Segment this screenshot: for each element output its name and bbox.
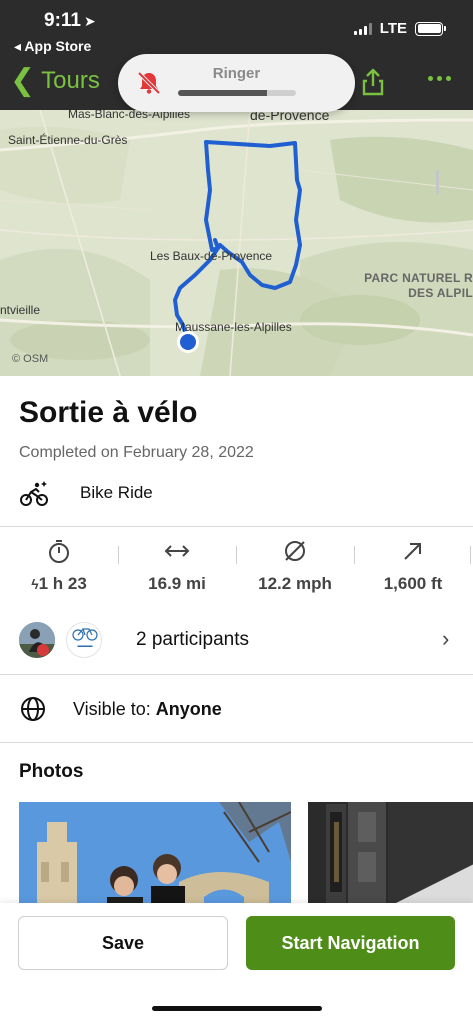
back-label: Tours [41, 67, 100, 94]
stat-speed: 12.2 mph [236, 538, 354, 594]
back-to-tours-button[interactable]: ❮ Tours [10, 66, 100, 96]
ringer-volume-bar [178, 90, 296, 96]
stopwatch-icon [49, 540, 69, 563]
stat-distance: 16.9 mi [118, 538, 236, 594]
participants-label: 2 participants [136, 629, 250, 650]
club-logo-graphic: ▬▬▬ [77, 643, 93, 649]
avatar-club-logo: ▬▬▬ [66, 622, 102, 658]
ringer-volume-level [178, 90, 267, 96]
home-indicator[interactable] [152, 1006, 322, 1011]
photos-heading: Photos [19, 761, 84, 782]
cellular-signal-icon [353, 22, 372, 35]
map-label-les-baux: Les Baux-de-Provence [150, 249, 273, 263]
activity-type: Bike Ride [19, 478, 153, 508]
map-label-park: PARC NATUREL R DES ALPIL [348, 271, 473, 301]
stat-duration-value: 1 h 23 [38, 574, 87, 593]
ringer-title: Ringer [212, 65, 261, 82]
tour-title: Sortie à vélo [19, 396, 198, 429]
back-to-app-store[interactable]: ◂ App Store [14, 38, 91, 55]
stat-elevation-value: 1,600 ft [383, 574, 443, 593]
visibility-label: Visible to: Anyone [73, 699, 222, 720]
chevron-right-icon: › [442, 626, 450, 651]
map-attribution[interactable]: © OSM [12, 353, 48, 365]
bike-ride-icon [20, 481, 48, 506]
activity-label: Bike Ride [80, 483, 153, 502]
save-button[interactable]: Save [18, 916, 228, 970]
visibility-row[interactable]: Visible to: Anyone [0, 680, 473, 736]
globe-icon [21, 697, 45, 721]
map-canvas [0, 110, 473, 376]
park-line-2: DES ALPIL [408, 286, 473, 300]
divider [0, 674, 473, 675]
stat-distance-value: 16.9 mi [148, 574, 206, 593]
map-label-fontvieille: ntvieille [0, 303, 41, 317]
stat-elevation: 1,600 ft [354, 538, 472, 594]
map-label-maussane: Maussane-les-Alpilles [175, 320, 292, 334]
avatar [19, 622, 55, 658]
bottom-action-bar: Save Start Navigation [0, 903, 473, 1023]
start-navigation-button[interactable]: Start Navigation [246, 916, 455, 970]
ringer-hud: Ringer [118, 54, 355, 112]
map-label-st-etienne: Saint-Étienne-du-Grès [8, 133, 128, 147]
more-options-icon[interactable] [428, 76, 451, 81]
photo-thumbnail[interactable] [308, 802, 473, 912]
park-line-1: PARC NATUREL R [364, 271, 473, 285]
lightning-icon: ϟ [31, 576, 39, 592]
stat-duration: ϟ1 h 23 [0, 538, 118, 594]
completed-date: Completed on February 28, 2022 [19, 444, 254, 461]
network-type: LTE [379, 20, 407, 37]
status-time-text: 9:11 [44, 10, 81, 31]
distance-arrows-icon [164, 545, 190, 557]
route-map[interactable]: Mas-Blanc-des-Alpilles de-Provence Saint… [0, 110, 473, 376]
visibility-prefix: Visible to: [73, 699, 156, 719]
stat-speed-value: 12.2 mph [258, 574, 332, 593]
divider [0, 742, 473, 743]
visibility-value: Anyone [155, 699, 222, 719]
participants-row[interactable]: ▬▬▬ 2 participants › [0, 612, 473, 668]
divider [0, 526, 473, 527]
chevron-left-icon: ❮ [10, 64, 36, 97]
back-app-label: App Store [24, 38, 92, 54]
location-arrow-icon: ➤ [83, 13, 96, 29]
elevation-arrow-icon [404, 543, 421, 560]
photo-thumbnail[interactable] [19, 802, 291, 912]
average-speed-icon [285, 541, 305, 561]
status-indicators: LTE [353, 20, 446, 37]
share-icon[interactable] [362, 68, 384, 96]
status-time: 9:11 ➤ [44, 10, 96, 32]
battery-icon [415, 21, 446, 36]
stat-separator [470, 546, 471, 564]
tour-stats: ϟ1 h 23 16.9 mi 12.2 mph 1,600 ft [0, 538, 473, 598]
